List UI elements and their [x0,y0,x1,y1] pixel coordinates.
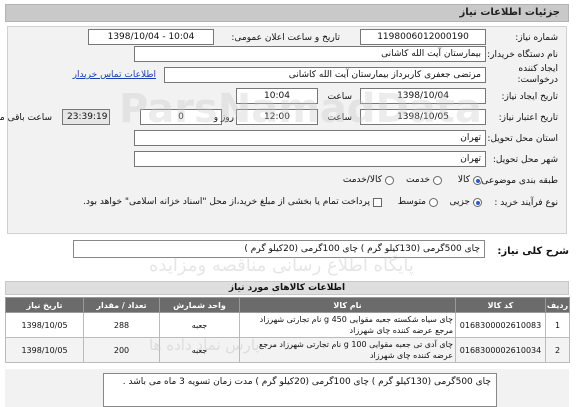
cell-quantity: 200 [84,337,161,363]
province-label: استان محل تحویل: [488,134,559,144]
purchase-option-medium: متوسط [398,197,427,207]
need-number-label: شماره نیاز: [516,33,559,43]
category-radio-service[interactable] [434,176,443,185]
cell-name: چای سیاه شکسته جعبه مقوایی 450 g نام تجا… [240,312,457,338]
treasury-payment-checkbox[interactable] [374,198,383,207]
city-label: شهر محل تحویل: [493,155,559,165]
items-table-header-row: ردیف کد کالا نام کالا واحد شمارش تعداد /… [6,297,571,313]
summary-label: شرح کلی نیاز: [498,246,570,257]
page-header: جزئیات اطلاعات نیاز [6,4,570,22]
announce-datetime-field: 1398/10/04 - 10:04 [89,29,215,45]
deadline-label: تاریخ اعتبار نیاز: [499,113,559,123]
deadline-time-label: ساعت [328,113,354,123]
items-table: ردیف کد کالا نام کالا واحد شمارش تعداد /… [6,297,571,363]
category-option-service: خدمت [407,175,431,185]
province-field: تهران [135,130,487,146]
deadline-date-field: 1398/10/05 [361,109,487,125]
create-date-label: تاریخ ایجاد نیاز: [502,92,559,102]
category-option-goods-service: کالا/خدمت [343,175,383,185]
items-section-header: اطلاعات کالاهای مورد نیاز [6,281,570,295]
category-label: طبقه بندی موضوعی: [479,176,559,186]
purchase-type-label: نوع فرآیند خرید : [495,198,559,208]
watermark-text: پایگاه اطلاع رسانی مناقصه ومزایده [150,255,415,276]
buyer-notes-field: چای 500گرمی (130کیلو گرم ) چای 100گرمی (… [104,373,498,407]
creator-field: مرتضی جعفری کاربرداز بیمارستان آیت الله … [165,67,487,83]
creator-label-line1: ایجاد کننده [519,64,559,74]
device-label: نام دستگاه خریدار: [488,50,559,60]
category-radio-goods-service[interactable] [386,176,395,185]
contact-buyer-link[interactable]: اطلاعات تماس خریدار [74,70,157,80]
cell-name: چای آدی تی جعبه مقوایی 100 g نام تجارتی … [240,337,457,363]
device-field: بیمارستان آیت الله کاشانی [135,46,487,62]
treasury-payment-note: پرداخت تمام یا بخشی از مبلغ خرید،از محل … [83,197,371,207]
summary-field: چای 500گرمی (130کیلو گرم ) چای 100گرمی (… [74,240,486,258]
days-label: روز و [214,113,235,123]
cell-code: 0168300002610083 [456,312,547,338]
city-field: تهران [135,151,487,167]
col-header-unit: واحد شمارش [160,297,241,313]
purchase-radio-medium[interactable] [430,198,439,207]
col-header-quantity: تعداد / مقدار [84,297,161,313]
create-time-label: ساعت [328,92,354,102]
buyer-notes-section: چای 500گرمی (130کیلو گرم ) چای 100گرمی (… [6,369,570,407]
col-header-code: کد کالا [456,297,547,313]
remaining-days-field: 0 [141,109,223,125]
col-header-row-number: ردیف [546,297,571,313]
announce-label: تاریخ و ساعت اعلان عمومی: [232,33,341,43]
col-header-date: تاریخ نیاز [6,297,85,313]
cell-quantity: 288 [84,312,161,338]
deadline-time-field: 12:00 [237,109,319,125]
creator-label-line2: درخواست: [518,75,559,85]
create-time-field: 10:04 [237,88,319,104]
purchase-option-minor: جزیی [450,197,471,207]
purchase-radio-minor[interactable] [474,198,483,207]
category-radio-goods[interactable] [474,176,483,185]
cell-row-number: 1 [546,312,571,338]
table-row: 1 0168300002610083 چای سیاه شکسته جعبه م… [6,312,571,338]
remaining-time-field: 23:39:19 [63,109,111,125]
create-date-field: 1398/10/04 [361,88,487,104]
cell-date: 1398/10/05 [6,312,85,338]
page-title: جزئیات اطلاعات نیاز [460,7,561,18]
cell-code: 0168300002610034 [456,337,547,363]
category-option-goods: کالا [458,175,471,185]
cell-unit: جعبه [160,312,241,338]
cell-unit: جعبه [160,337,241,363]
need-number-field: 1198006012000190 [361,29,487,45]
col-header-name: نام کالا [240,297,457,313]
need-details-panel: شماره نیاز: 1198006012000190 تاریخ و ساع… [0,26,568,234]
cell-row-number: 2 [546,337,571,363]
remaining-time-label: ساعت باقی مانده [0,113,53,123]
table-row: 2 0168300002610034 چای آدی تی جعبه مقوای… [6,337,571,363]
cell-date: 1398/10/05 [6,337,85,363]
